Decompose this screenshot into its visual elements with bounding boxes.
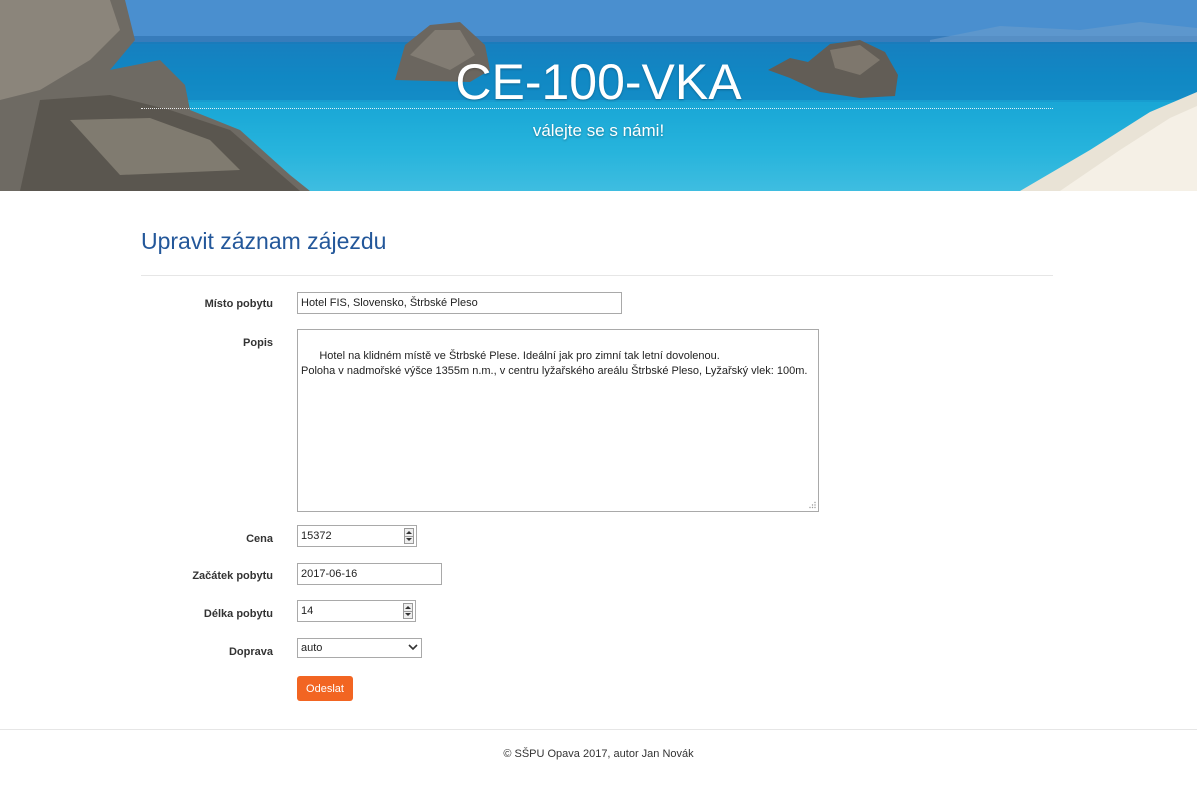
spin-down-icon[interactable] bbox=[404, 611, 412, 618]
chevron-down-icon bbox=[408, 644, 418, 651]
popis-label: Popis bbox=[243, 337, 273, 349]
delka-spinner[interactable] bbox=[403, 603, 413, 619]
popis-textarea[interactable]: Hotel na klidném místě ve Štrbské Plese.… bbox=[297, 329, 819, 512]
spin-down-icon[interactable] bbox=[405, 536, 413, 543]
delka-value: 14 bbox=[301, 605, 314, 617]
zacatek-input[interactable]: 2017-06-16 bbox=[297, 563, 442, 585]
title-divider bbox=[141, 275, 1053, 276]
popis-text: Hotel na klidném místě ve Štrbské Plese.… bbox=[301, 350, 808, 377]
cena-label: Cena bbox=[246, 533, 273, 545]
delka-label: Délka pobytu bbox=[203, 608, 273, 620]
submit-button[interactable]: Odeslat bbox=[297, 676, 353, 701]
doprava-selected-value: auto bbox=[301, 642, 323, 654]
cena-spinner[interactable] bbox=[404, 528, 414, 544]
misto-label: Místo pobytu bbox=[204, 298, 273, 310]
header-divider bbox=[141, 108, 1053, 109]
misto-input[interactable]: Hotel FIS, Slovensko, Štrbské Pleso bbox=[297, 292, 622, 314]
doprava-select[interactable]: auto bbox=[297, 638, 422, 658]
zacatek-label: Začátek pobytu bbox=[192, 570, 273, 582]
resize-grip-icon[interactable] bbox=[808, 501, 816, 509]
delka-input[interactable]: 14 bbox=[297, 600, 416, 622]
footer-divider bbox=[0, 729, 1197, 730]
site-title: CE-100-VKA bbox=[455, 54, 742, 110]
footer-text: © SŠPU Opava 2017, autor Jan Novák bbox=[503, 748, 694, 760]
cena-value: 15372 bbox=[301, 530, 332, 542]
site-tagline: válejte se s námi! bbox=[532, 121, 665, 140]
cena-input[interactable]: 15372 bbox=[297, 525, 417, 547]
header-banner: CE-100-VKA válejte se s námi! bbox=[0, 0, 1197, 191]
page-title: Upravit záznam zájezdu bbox=[141, 228, 387, 254]
doprava-label: Doprava bbox=[228, 646, 273, 658]
